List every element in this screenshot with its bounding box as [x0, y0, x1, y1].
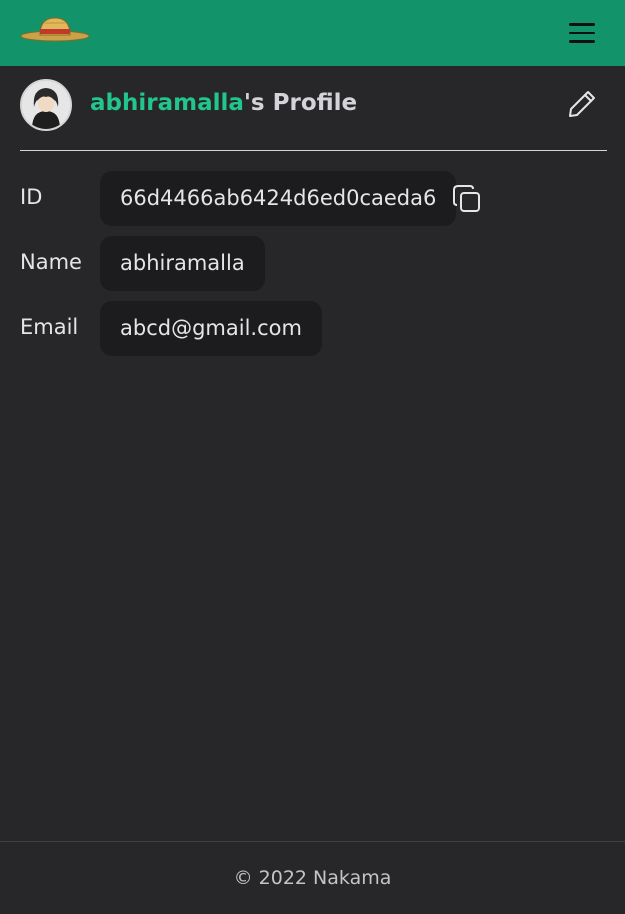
id-label: ID [20, 185, 43, 209]
page-title: abhiramalla's Profile [90, 90, 357, 116]
email-row: Email abcd@gmail.com [20, 301, 607, 356]
menu-bar [569, 23, 595, 26]
id-row: ID 66d4466ab6424d6ed0caeda6 [20, 171, 607, 226]
profile-title-suffix: 's Profile [243, 90, 358, 116]
hamburger-menu-icon[interactable] [566, 20, 598, 46]
email-value: abcd@gmail.com [100, 301, 322, 356]
name-label: Name [20, 250, 82, 274]
profile-username: abhiramalla [90, 90, 244, 116]
copy-icon[interactable] [451, 183, 483, 215]
id-value: 66d4466ab6424d6ed0caeda6 [100, 171, 457, 226]
name-row: Name abhiramalla [20, 236, 607, 291]
profile-header: abhiramalla's Profile [20, 79, 607, 151]
menu-bar [569, 40, 595, 43]
navbar [0, 0, 625, 66]
menu-bar [569, 31, 595, 35]
pencil-icon[interactable] [566, 88, 598, 120]
name-value: abhiramalla [100, 236, 265, 291]
footer-copyright: © 2022 Nakama [233, 867, 392, 889]
footer: © 2022 Nakama [0, 841, 625, 905]
email-label: Email [20, 315, 79, 339]
user-avatar [20, 79, 72, 131]
straw-hat-logo[interactable] [20, 14, 90, 46]
